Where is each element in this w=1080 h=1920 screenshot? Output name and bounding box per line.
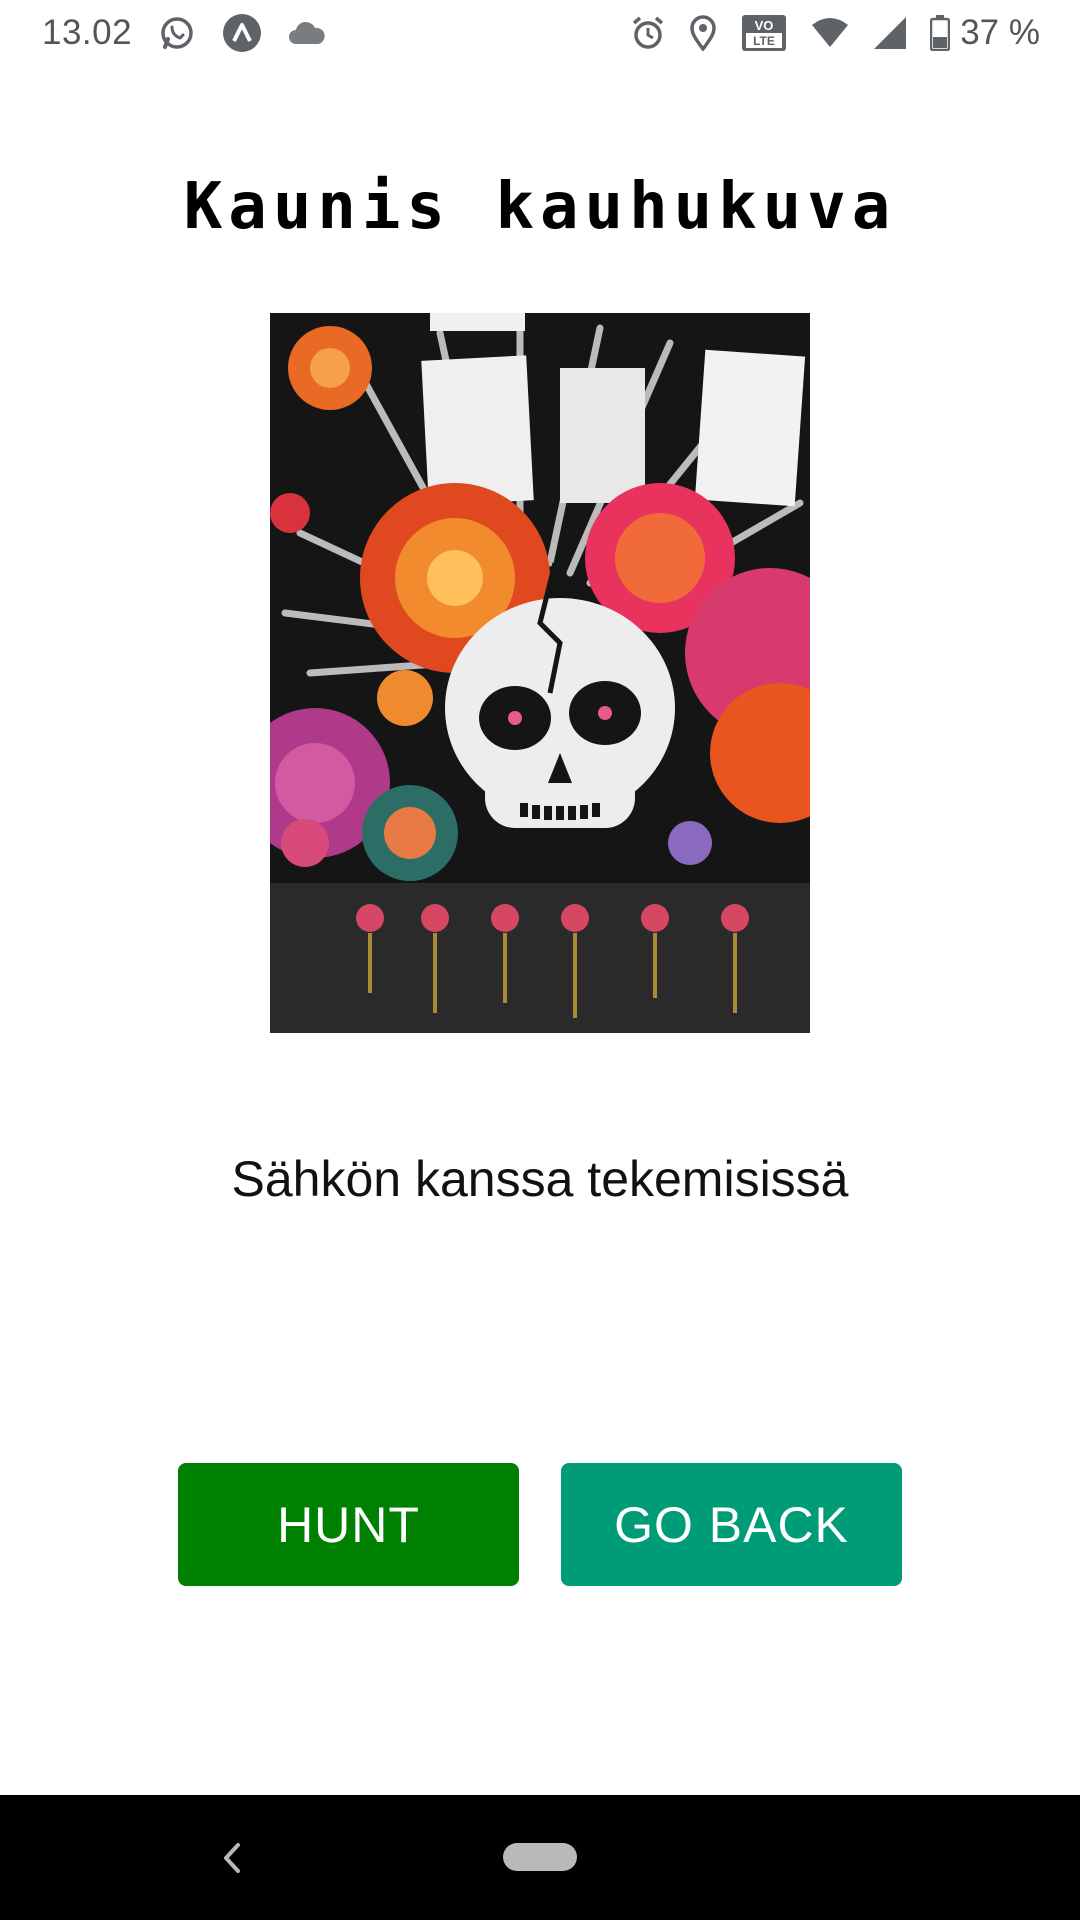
page-title: Kaunis kauhukuva bbox=[183, 170, 897, 244]
whatsapp-icon bbox=[158, 14, 196, 52]
svg-text:VO: VO bbox=[755, 18, 774, 33]
svg-text:LTE: LTE bbox=[753, 34, 775, 48]
app-a-icon bbox=[222, 13, 262, 53]
status-right: VO LTE 37 % bbox=[630, 13, 1040, 53]
status-bar: 13.02 VO LTE 37 % bbox=[0, 0, 1080, 66]
caption-text: Sähkön kanssa tekemisissä bbox=[231, 1151, 849, 1207]
back-icon[interactable] bbox=[212, 1833, 252, 1883]
wifi-icon bbox=[810, 17, 850, 49]
home-pill-icon[interactable] bbox=[503, 1843, 577, 1871]
alarm-icon bbox=[630, 15, 666, 51]
navigation-bar bbox=[0, 1795, 1080, 1920]
battery-percent: 37 % bbox=[960, 13, 1040, 52]
status-time: 13.02 bbox=[42, 13, 133, 52]
battery-icon bbox=[930, 15, 951, 51]
volte-icon: VO LTE bbox=[740, 13, 788, 53]
signal-icon bbox=[872, 15, 908, 51]
artwork-image bbox=[270, 313, 810, 1033]
location-icon bbox=[688, 15, 718, 51]
hunt-button[interactable]: HUNT bbox=[178, 1463, 519, 1586]
status-left: 13.02 bbox=[42, 13, 326, 53]
cloud-icon bbox=[288, 20, 326, 46]
go-back-button[interactable]: GO BACK bbox=[561, 1463, 902, 1586]
